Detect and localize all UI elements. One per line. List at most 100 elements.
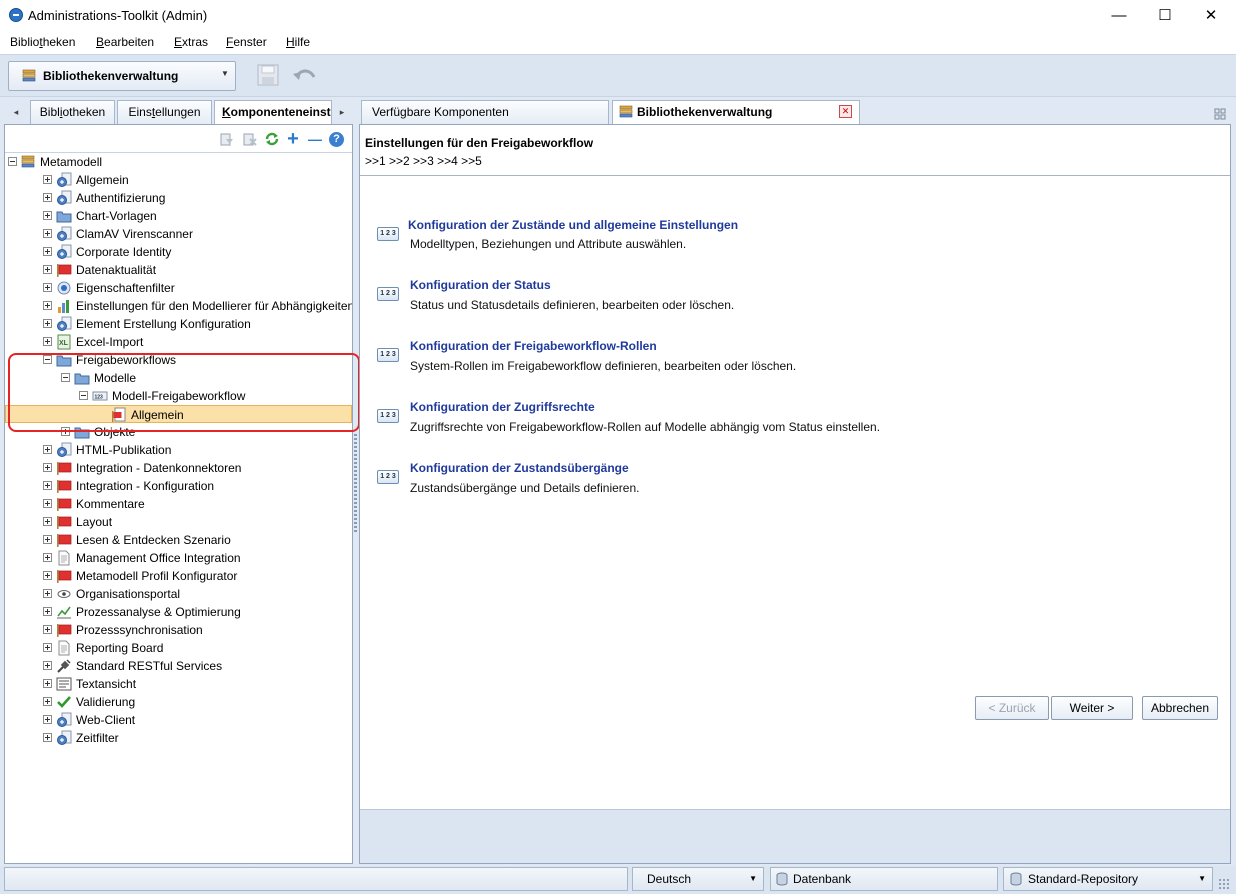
tree-item[interactable]: Validierung: [5, 693, 352, 711]
remove-icon[interactable]: —: [307, 131, 323, 147]
back-button[interactable]: < Zurück: [975, 696, 1049, 720]
help-icon[interactable]: ?: [329, 132, 344, 147]
tree-item[interactable]: Prozessanalyse & Optimierung: [5, 603, 352, 621]
tab-verfuegbare-komponenten[interactable]: Verfügbare Komponenten: [361, 100, 609, 124]
expand-icon[interactable]: [43, 715, 52, 724]
expand-icon[interactable]: [43, 517, 52, 526]
expand-icon[interactable]: [43, 265, 52, 274]
next-button[interactable]: Weiter >: [1051, 696, 1133, 720]
layout-icon[interactable]: [1214, 108, 1226, 120]
tab-komponenteneinstellungen[interactable]: Komponenteneinst: [214, 100, 332, 124]
tree-item[interactable]: Integration - Konfiguration: [5, 477, 352, 495]
tree-item[interactable]: Einstellungen für den Modellierer für Ab…: [5, 297, 352, 315]
tree-item[interactable]: Datenaktualität: [5, 261, 352, 279]
expand-icon[interactable]: [43, 481, 52, 490]
tabs-scroll-left-icon[interactable]: ◂: [4, 100, 28, 124]
expand-icon[interactable]: [43, 571, 52, 580]
expand-icon[interactable]: [43, 283, 52, 292]
tree-item[interactable]: Reporting Board: [5, 639, 352, 657]
tree-item[interactable]: Organisationsportal: [5, 585, 352, 603]
tree-item[interactable]: Element Erstellung Konfiguration: [5, 315, 352, 333]
step-title[interactable]: Konfiguration der Zugriffsrechte: [410, 400, 595, 414]
expand-icon[interactable]: [43, 463, 52, 472]
expand-icon[interactable]: [43, 319, 52, 328]
refresh-icon[interactable]: [264, 131, 280, 147]
resize-grip-icon[interactable]: [1218, 878, 1230, 890]
step-title[interactable]: Konfiguration der Zustände und allgemein…: [408, 218, 738, 232]
expand-icon[interactable]: [43, 589, 52, 598]
tab-bibliotheken[interactable]: Bibliotheken: [30, 100, 115, 124]
expand-icon[interactable]: [43, 553, 52, 562]
tree-item[interactable]: Textansicht: [5, 675, 352, 693]
add-icon[interactable]: +: [285, 129, 301, 149]
tree-item[interactable]: XL Excel-Import: [5, 333, 352, 351]
tree-item[interactable]: ClamAV Virenscanner: [5, 225, 352, 243]
expand-icon[interactable]: [43, 175, 52, 184]
tab-bibliothekenverwaltung[interactable]: Bibliothekenverwaltung: [612, 100, 860, 124]
tab-einstellungen[interactable]: Einstellungen: [117, 100, 212, 124]
step-title[interactable]: Konfiguration der Freigabeworkflow-Rolle…: [410, 339, 657, 353]
tree-item[interactable]: Chart-Vorlagen: [5, 207, 352, 225]
expand-icon[interactable]: [43, 679, 52, 688]
tree-item[interactable]: Management Office Integration: [5, 549, 352, 567]
tree-item[interactable]: Kommentare: [5, 495, 352, 513]
tabs-scroll-right-icon[interactable]: ▸: [333, 100, 351, 124]
expand-icon[interactable]: [43, 499, 52, 508]
expand-icon[interactable]: [43, 607, 52, 616]
expand-icon[interactable]: [43, 697, 52, 706]
repository-select[interactable]: Standard-Repository ▼: [1003, 867, 1213, 891]
collapse-icon[interactable]: [8, 157, 17, 166]
expand-icon[interactable]: [43, 193, 52, 202]
tree-item[interactable]: Integration - Datenkonnektoren: [5, 459, 352, 477]
expand-icon[interactable]: [43, 535, 52, 544]
text-icon: [56, 676, 72, 692]
tree-root-metamodell[interactable]: Metamodell: [5, 153, 352, 171]
tree-item[interactable]: Standard RESTful Services: [5, 657, 352, 675]
tree-item[interactable]: Metamodell Profil Konfigurator: [5, 567, 352, 585]
menu-hilfe[interactable]: Hilfe: [286, 35, 310, 49]
tree-item[interactable]: Authentifizierung: [5, 189, 352, 207]
filter-icon[interactable]: [219, 131, 235, 147]
view-selector[interactable]: Bibliothekenverwaltung ▼: [8, 61, 236, 91]
tree-item[interactable]: Web-Client: [5, 711, 352, 729]
tree-item[interactable]: Eigenschaftenfilter: [5, 279, 352, 297]
step-title[interactable]: Konfiguration der Status: [410, 278, 551, 292]
tree-item[interactable]: Allgemein: [5, 171, 352, 189]
flag-icon: [56, 460, 72, 476]
tree-item[interactable]: Lesen & Entdecken Szenario: [5, 531, 352, 549]
tree-item[interactable]: Prozesssynchronisation: [5, 621, 352, 639]
tree-item[interactable]: Corporate Identity: [5, 243, 352, 261]
minimize-button[interactable]: —: [1096, 0, 1142, 31]
expand-icon[interactable]: [43, 229, 52, 238]
menu-bibliotheken[interactable]: Bibliotheken: [10, 35, 75, 49]
cancel-button[interactable]: Abbrechen: [1142, 696, 1218, 720]
tree-item[interactable]: Layout: [5, 513, 352, 531]
expand-icon[interactable]: [43, 445, 52, 454]
expand-icon[interactable]: [43, 337, 52, 346]
component-icon: [56, 442, 72, 458]
expand-icon[interactable]: [43, 661, 52, 670]
close-button[interactable]: ✕: [1188, 0, 1234, 31]
expand-icon[interactable]: [43, 211, 52, 220]
filter-clear-icon[interactable]: [242, 131, 258, 147]
tree-item[interactable]: HTML-Publikation: [5, 441, 352, 459]
menu-extras[interactable]: Extras: [174, 35, 208, 49]
wizard-step-links[interactable]: >>1 >>2 >>3 >>4 >>5: [365, 154, 482, 168]
expand-icon[interactable]: [43, 625, 52, 634]
expand-icon[interactable]: [43, 301, 52, 310]
expand-icon[interactable]: [43, 247, 52, 256]
language-select[interactable]: Deutsch ▼: [632, 867, 764, 891]
maximize-button[interactable]: ☐: [1142, 0, 1188, 31]
save-icon[interactable]: [256, 63, 280, 87]
chart-icon: [56, 298, 72, 314]
step-title[interactable]: Konfiguration der Zustandsübergänge: [410, 461, 629, 475]
tree-item-label: Eigenschaftenfilter: [76, 281, 175, 295]
menu-fenster[interactable]: Fenster: [226, 35, 267, 49]
component-icon: [56, 316, 72, 332]
menu-bearbeiten[interactable]: Bearbeiten: [96, 35, 154, 49]
close-tab-icon[interactable]: ✕: [839, 105, 852, 118]
expand-icon[interactable]: [43, 733, 52, 742]
expand-icon[interactable]: [43, 643, 52, 652]
undo-icon[interactable]: [292, 65, 318, 85]
tree-item[interactable]: Zeitfilter: [5, 729, 352, 747]
